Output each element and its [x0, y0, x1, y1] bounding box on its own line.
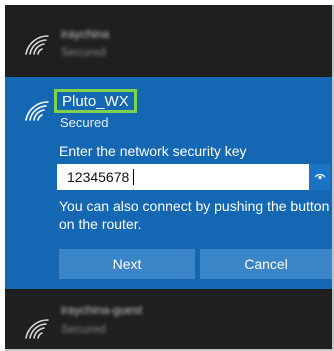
network-item-active: Pluto_WX Secured Enter the network secur…	[5, 77, 332, 289]
network-status: Secured	[61, 322, 106, 336]
next-button[interactable]: Next	[59, 249, 195, 279]
wifi-signal-icon	[24, 33, 50, 55]
security-key-input[interactable]	[57, 164, 309, 190]
network-status: Secured	[61, 45, 106, 59]
network-item-bottom[interactable]: iraychina-guest Secured	[5, 289, 332, 349]
reveal-password-button[interactable]	[309, 164, 330, 190]
eye-icon	[314, 168, 326, 186]
wifi-signal-icon	[24, 99, 50, 121]
cancel-button[interactable]: Cancel	[200, 249, 332, 279]
network-status: Secured	[60, 115, 109, 130]
network-name: Pluto_WX	[62, 92, 129, 110]
network-item-top[interactable]: iraychina Secured	[5, 5, 332, 77]
wifi-network-list: iraychina Secured Pluto_WX Secured Enter…	[5, 5, 334, 351]
network-name: iraychina	[61, 27, 110, 41]
wifi-signal-icon	[24, 317, 50, 339]
text-caret	[133, 169, 134, 185]
wps-info-text: You can also connect by pushing the butt…	[59, 198, 330, 232]
security-key-prompt: Enter the network security key	[59, 143, 247, 159]
ssid-highlight: Pluto_WX	[54, 89, 137, 113]
network-name: iraychina-guest	[61, 303, 143, 317]
